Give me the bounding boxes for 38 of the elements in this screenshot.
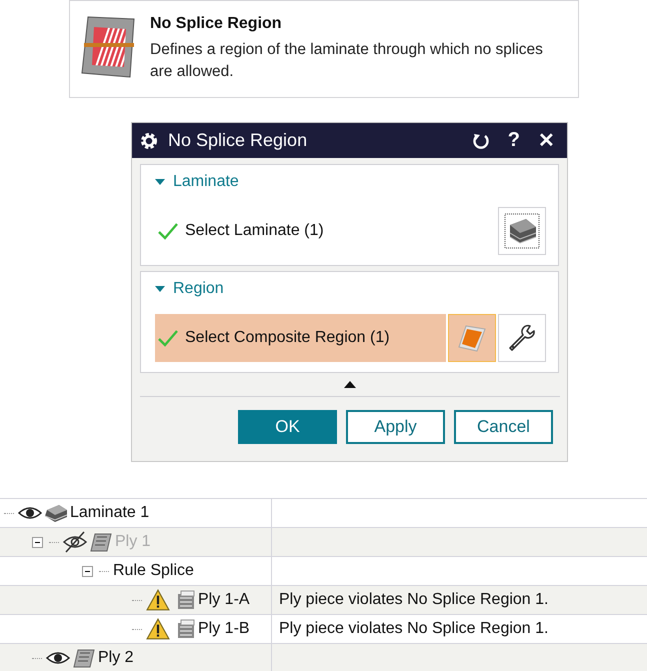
wrench-button[interactable] — [498, 314, 546, 362]
collapse-toggle[interactable] — [32, 536, 43, 548]
gear-icon — [140, 132, 158, 150]
ok-button[interactable]: OK — [238, 410, 337, 444]
group-title: Laminate — [173, 173, 239, 191]
laminate-tool-button[interactable] — [498, 207, 546, 255]
check-icon — [157, 328, 179, 348]
curved-sheet-icon — [457, 323, 487, 353]
warning-icon — [146, 618, 170, 640]
disclosure-triangle-icon[interactable] — [155, 285, 165, 293]
laminate-icon — [44, 502, 68, 524]
reset-icon — [472, 132, 490, 150]
group-title: Region — [173, 280, 224, 298]
disclosure-triangle-icon[interactable] — [155, 178, 165, 186]
ply-sheet-icon — [72, 647, 96, 669]
tree-item[interactable]: Ply 1-A — [198, 591, 250, 609]
message-text: Ply piece violates No Splice Region 1. — [279, 620, 548, 637]
collapse-toggle[interactable] — [82, 566, 93, 576]
selection-step[interactable]: Select Laminate (1) — [155, 207, 496, 255]
ply-sheet-icon — [89, 531, 113, 553]
dialog-button[interactable]: Apply — [346, 410, 445, 444]
tooltip-title: No Splice Region — [150, 15, 283, 33]
message-text: Ply piece violates No Splice Region 1. — [279, 591, 548, 608]
title-bar-button[interactable]: ✕ — [534, 128, 559, 153]
dialog-title: No Splice Region — [168, 130, 308, 151]
laminate-stack-icon — [504, 213, 540, 249]
collapse-arrow-icon — [344, 381, 356, 388]
tree-item[interactable]: Rule Splice — [113, 562, 194, 580]
hidden-eye-icon[interactable] — [63, 531, 87, 553]
title-bar-button[interactable]: ? — [504, 129, 524, 152]
tree-item[interactable]: Ply 2 — [98, 649, 134, 667]
tree-item[interactable]: Laminate 1 — [70, 504, 150, 522]
check-icon — [157, 221, 179, 241]
tree-item[interactable]: Ply 1-B — [198, 620, 250, 638]
dialog-button[interactable]: Cancel — [454, 410, 553, 444]
tooltip-description: Defines a region of the laminate through which no splices are allowed. — [150, 40, 544, 82]
warning-icon — [146, 589, 170, 611]
selection-step[interactable]: Select Composite Region (1) — [155, 314, 446, 362]
